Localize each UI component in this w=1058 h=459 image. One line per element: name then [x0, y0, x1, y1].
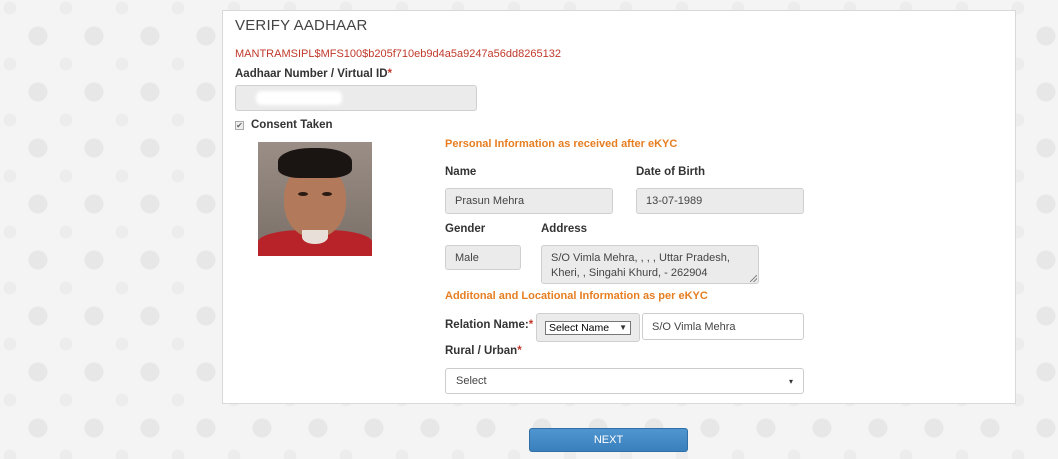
resize-handle-icon[interactable] [750, 275, 757, 282]
address-textarea[interactable]: S/O Vimla Mehra, , , , Uttar Pradesh, Kh… [541, 245, 759, 284]
device-id-text: MANTRAMSIPL$MFS100$b205f710eb9d4a5a9247a… [235, 48, 561, 60]
relation-type-select[interactable]: Select Name ▼ [545, 320, 631, 335]
page-title: VERIFY AADHAAR [235, 17, 368, 34]
relation-select-wrapper: Select Name ▼ [536, 313, 640, 342]
rural-urban-select[interactable]: Select ▾ [445, 368, 804, 394]
consent-checkbox-row[interactable]: ✔ Consent Taken [235, 119, 333, 131]
verify-aadhaar-panel: VERIFY AADHAAR MANTRAMSIPL$MFS100$b205f7… [222, 10, 1016, 404]
address-line-1: S/O Vimla Mehra, , , , Uttar Pradesh, [551, 252, 730, 264]
consent-label: Consent Taken [251, 119, 333, 131]
required-mark: * [517, 345, 522, 357]
rural-urban-select-value: Select [456, 375, 487, 387]
consent-checkbox[interactable]: ✔ [235, 120, 244, 130]
personal-info-heading: Personal Information as received after e… [445, 138, 678, 150]
gender-label: Gender [445, 223, 486, 235]
dob-label: Date of Birth [636, 166, 705, 178]
masked-value [256, 91, 342, 105]
chevron-down-icon: ▼ [619, 323, 627, 332]
relation-name-label: Relation Name:* [445, 319, 533, 331]
chevron-down-icon: ▾ [788, 376, 793, 386]
relation-select-value: Select Name [549, 321, 610, 334]
relation-name-input[interactable]: S/O Vimla Mehra [642, 313, 804, 340]
required-mark: * [387, 68, 393, 80]
name-field: Prasun Mehra [445, 188, 613, 214]
address-label: Address [541, 223, 588, 235]
aadhaar-number-input[interactable] [235, 85, 477, 111]
dob-field: 13-07-1989 [636, 188, 804, 214]
aadhaar-label: Aadhaar Number / Virtual ID* [235, 68, 392, 80]
aadhaar-label-text: Aadhaar Number / Virtual ID [235, 68, 388, 80]
rural-urban-label-text: Rural / Urban [445, 345, 518, 357]
name-label: Name [445, 166, 477, 178]
next-button[interactable]: NEXT [529, 428, 688, 452]
address-line-2: Kheri, , Singahi Khurd, - 262904 [551, 267, 708, 279]
applicant-photo [258, 142, 372, 256]
rural-urban-label: Rural / Urban* [445, 345, 522, 357]
required-mark: * [528, 319, 534, 331]
additional-info-heading: Additonal and Locational Information as … [445, 290, 708, 302]
gender-field: Male [445, 245, 521, 270]
relation-name-label-text: Relation Name: [445, 319, 529, 331]
